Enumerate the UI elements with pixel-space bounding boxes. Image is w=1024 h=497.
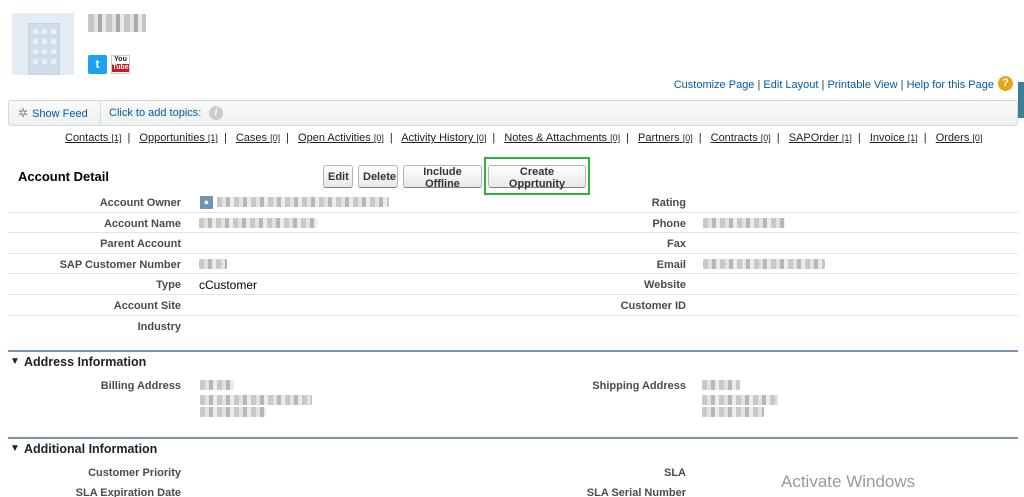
billing-address-label: Billing Address (100, 380, 181, 392)
shipping-address-label: Shipping Address (592, 380, 686, 392)
edit-button[interactable]: Edit (323, 165, 353, 188)
field-row: Account Name Phone (8, 213, 1018, 234)
related-list-links: Contacts [1] | Opportunities [1] | Cases [… (65, 132, 983, 144)
printable-view-link[interactable]: Printable View (827, 79, 897, 91)
detail-fields: Account Owner ● Rating Account Name Phon… (8, 192, 1018, 336)
customize-page-link[interactable]: Customize Page (674, 79, 755, 91)
delete-button[interactable]: Delete (358, 165, 398, 188)
help-link[interactable]: Help for this Page (907, 79, 994, 91)
show-feed-button[interactable]: ✲ Show Feed (9, 101, 101, 125)
info-icon[interactable]: i (209, 106, 223, 120)
field-row: Type cCustomer Website (8, 274, 1018, 295)
side-panel-handle[interactable] (1018, 82, 1024, 118)
account-title-redacted (88, 14, 146, 32)
windows-activation-watermark: Activate Windows (781, 472, 916, 491)
field-row: Industry (137, 320, 181, 333)
help-icon[interactable]: ? (998, 76, 1013, 91)
user-icon: ● (200, 196, 213, 209)
type-value: cCustomer (199, 278, 258, 293)
create-opportunity-button[interactable]: Create Opprtunity (488, 165, 586, 190)
related-link-activity-history[interactable]: Activity History [0] (401, 132, 486, 144)
edit-layout-link[interactable]: Edit Layout (763, 79, 818, 91)
field-row: Account Site Customer ID (8, 295, 1018, 316)
customer-priority-label: Customer Priority (88, 467, 181, 479)
account-logo (12, 13, 74, 75)
related-link-orders[interactable]: Orders [0] (936, 132, 983, 144)
sla-label: SLA (664, 467, 686, 479)
include-offline-button[interactable]: Include Offline (403, 165, 482, 190)
phone-value (703, 217, 785, 231)
page-links: Customize Page | Edit Layout | Printable… (673, 79, 994, 91)
related-link-contacts[interactable]: Contacts [1] (65, 132, 122, 144)
add-topics-link[interactable]: Click to add topics: (109, 101, 201, 125)
youtube-icon[interactable]: You Tube (111, 55, 130, 74)
field-row: Account Owner ● Rating (8, 192, 1018, 213)
related-link-partners[interactable]: Partners [0] (638, 132, 693, 144)
email-value[interactable] (703, 258, 825, 272)
billing-address-value (200, 380, 312, 417)
section-header-additional[interactable]: ▼ Additional Information (8, 437, 1018, 457)
building-icon (28, 23, 60, 75)
related-link-notes-attachments[interactable]: Notes & Attachments [0] (504, 132, 620, 144)
related-link-contracts[interactable]: Contracts [0] (711, 132, 771, 144)
account-name-value (199, 217, 317, 231)
twitter-icon[interactable]: t (88, 55, 107, 74)
collapse-triangle-icon[interactable]: ▼ (10, 443, 20, 454)
shipping-address-value (702, 380, 778, 417)
related-link-cases[interactable]: Cases [0] (236, 132, 280, 144)
section-header-address[interactable]: ▼ Address Information (8, 350, 1018, 370)
sla-serial-number-label: SLA Serial Number (586, 487, 686, 497)
related-link-invoice[interactable]: Invoice [1] (870, 132, 918, 144)
field-row: Parent Account Fax (8, 233, 1018, 254)
related-link-open-activities[interactable]: Open Activities [0] (298, 132, 384, 144)
section-title-account-detail: Account Detail (18, 169, 110, 184)
collapse-triangle-icon[interactable]: ▼ (10, 356, 20, 367)
related-link-saporder[interactable]: SAPOrder [1] (789, 132, 852, 144)
sla-expiration-label: SLA Expiration Date (75, 487, 181, 497)
feed-bar: ✲ Show Feed Click to add topics: i (8, 100, 1018, 126)
feed-icon: ✲ (18, 106, 29, 120)
field-row: SAP Customer Number Email (8, 254, 1018, 275)
account-owner-value[interactable] (217, 197, 389, 210)
sap-customer-number-value (199, 258, 227, 272)
related-link-opportunities[interactable]: Opportunities [1] (139, 132, 218, 144)
